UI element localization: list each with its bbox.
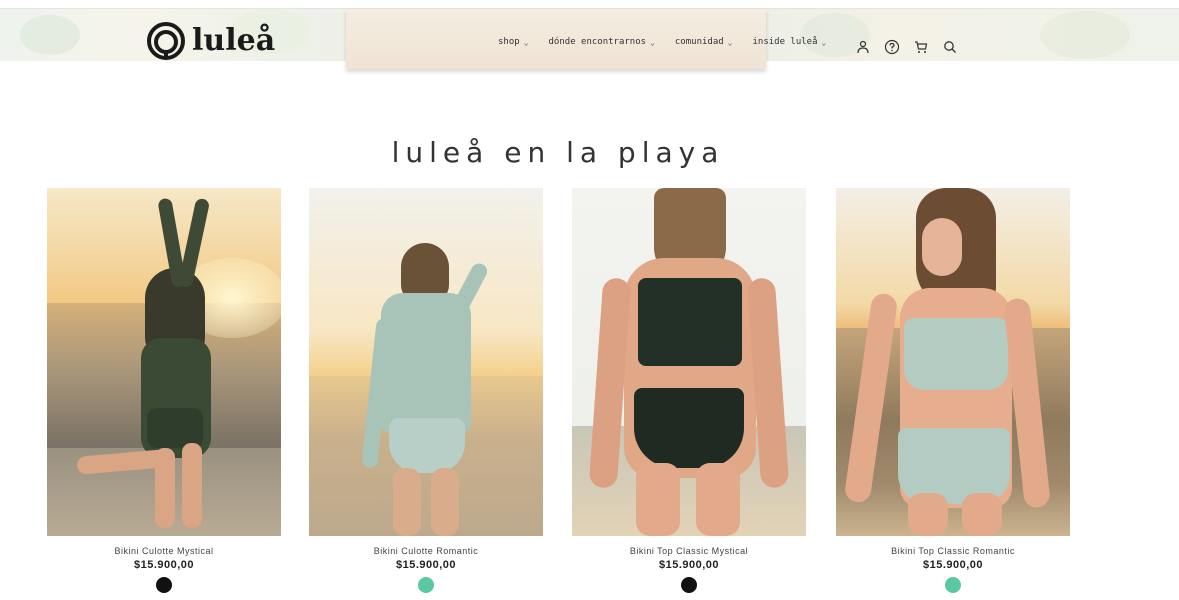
nav-item-label: dónde encontrarnos [548, 37, 647, 47]
color-swatch-black[interactable] [681, 577, 697, 593]
brand-logo[interactable]: luleå [146, 21, 275, 61]
header-decoration [1040, 11, 1130, 59]
nav-item-label: shop [498, 37, 520, 47]
product-name[interactable]: Bikini Top Classic Romantic [836, 546, 1070, 556]
color-swatch-mint[interactable] [945, 577, 961, 593]
product-price: $15.900,00 [133, 559, 195, 571]
product-name[interactable]: Bikini Culotte Mystical [47, 546, 281, 556]
header-decoration [20, 15, 80, 55]
brand-name: luleå [192, 23, 276, 58]
header-actions [855, 39, 971, 55]
product-image[interactable] [47, 188, 281, 536]
chevron-down-icon: ⌄ [650, 37, 655, 47]
nav-item-inside-lulea[interactable]: inside luleå ⌄ [753, 37, 827, 47]
chevron-down-icon: ⌄ [727, 37, 733, 47]
product-card[interactable]: Bikini Top Classic Romantic $15.900,00 [836, 188, 1070, 593]
color-swatch-black[interactable] [156, 577, 172, 593]
product-image[interactable] [309, 188, 543, 536]
page-title: luleå en la playa [391, 135, 725, 169]
nav-item-label: comunidad [674, 37, 724, 47]
product-price: $15.900,00 [922, 559, 984, 571]
nav-item-label: inside luleå [752, 37, 818, 47]
product-card[interactable]: Bikini Top Classic Mystical $15.900,00 [572, 188, 806, 593]
chevron-down-icon: ⌄ [523, 37, 529, 47]
product-card[interactable]: Bikini Culotte Romantic $15.900,00 [309, 188, 543, 593]
chevron-down-icon: ⌄ [821, 37, 827, 47]
product-name[interactable]: Bikini Culotte Romantic [309, 546, 543, 556]
color-swatch-mint[interactable] [418, 577, 434, 593]
help-icon[interactable] [884, 39, 900, 55]
account-icon[interactable] [855, 39, 871, 55]
product-price: $15.900,00 [395, 559, 457, 571]
search-icon[interactable] [942, 39, 958, 55]
nav-item-shop[interactable]: shop ⌄ [498, 37, 529, 47]
nav-item-donde-encontrarnos[interactable]: dónde encontrarnos ⌄ [549, 37, 655, 47]
cart-icon[interactable] [913, 39, 929, 55]
product-image[interactable] [572, 188, 806, 536]
main-nav: shop ⌄ dónde encontrarnos ⌄ comunidad ⌄ … [498, 37, 846, 47]
product-image[interactable] [836, 188, 1070, 536]
logo-mark-icon [147, 22, 185, 60]
nav-item-comunidad[interactable]: comunidad ⌄ [675, 37, 733, 47]
product-price: $15.900,00 [658, 559, 720, 571]
site-header: luleå shop ⌄ dónde encontrarnos ⌄ comuni… [0, 8, 1179, 69]
product-name[interactable]: Bikini Top Classic Mystical [572, 546, 806, 556]
product-card[interactable]: Bikini Culotte Mystical $15.900,00 [47, 188, 281, 593]
